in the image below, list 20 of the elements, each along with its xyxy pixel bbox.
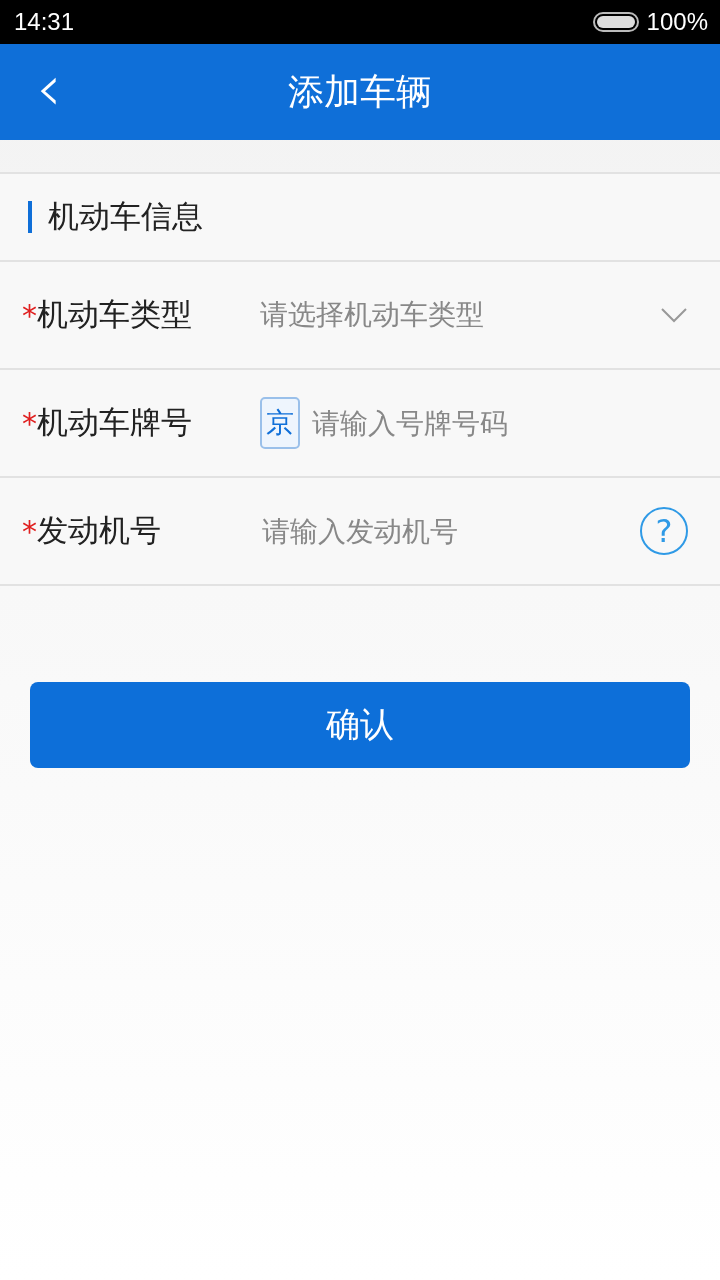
- section-title: 机动车信息: [48, 197, 203, 236]
- required-asterisk: *: [22, 513, 37, 549]
- page-title: 添加车辆: [288, 69, 432, 114]
- back-button[interactable]: ‹: [30, 56, 68, 120]
- battery-icon: [592, 12, 641, 32]
- accent-bar: [28, 201, 32, 233]
- input-field[interactable]: 请输入发动机号: [260, 513, 640, 549]
- clock-time: 14:31: [14, 8, 75, 36]
- help-button[interactable]: ?: [640, 507, 688, 555]
- required-asterisk: *: [22, 297, 37, 333]
- vehicle-type-select[interactable]: 请选择机动车类型: [260, 296, 688, 334]
- field-label: 发动机号: [37, 511, 161, 550]
- field-label: 机动车牌号: [37, 403, 192, 442]
- chevron-down-icon: [660, 307, 688, 323]
- battery-level: 100%: [646, 8, 708, 36]
- required-asterisk: *: [22, 405, 37, 441]
- input-field[interactable]: 请输入号牌号码: [310, 405, 688, 441]
- confirm-button[interactable]: 确认: [30, 682, 690, 768]
- province-button[interactable]: 京: [260, 397, 300, 449]
- field-label: 机动车类型: [37, 295, 192, 334]
